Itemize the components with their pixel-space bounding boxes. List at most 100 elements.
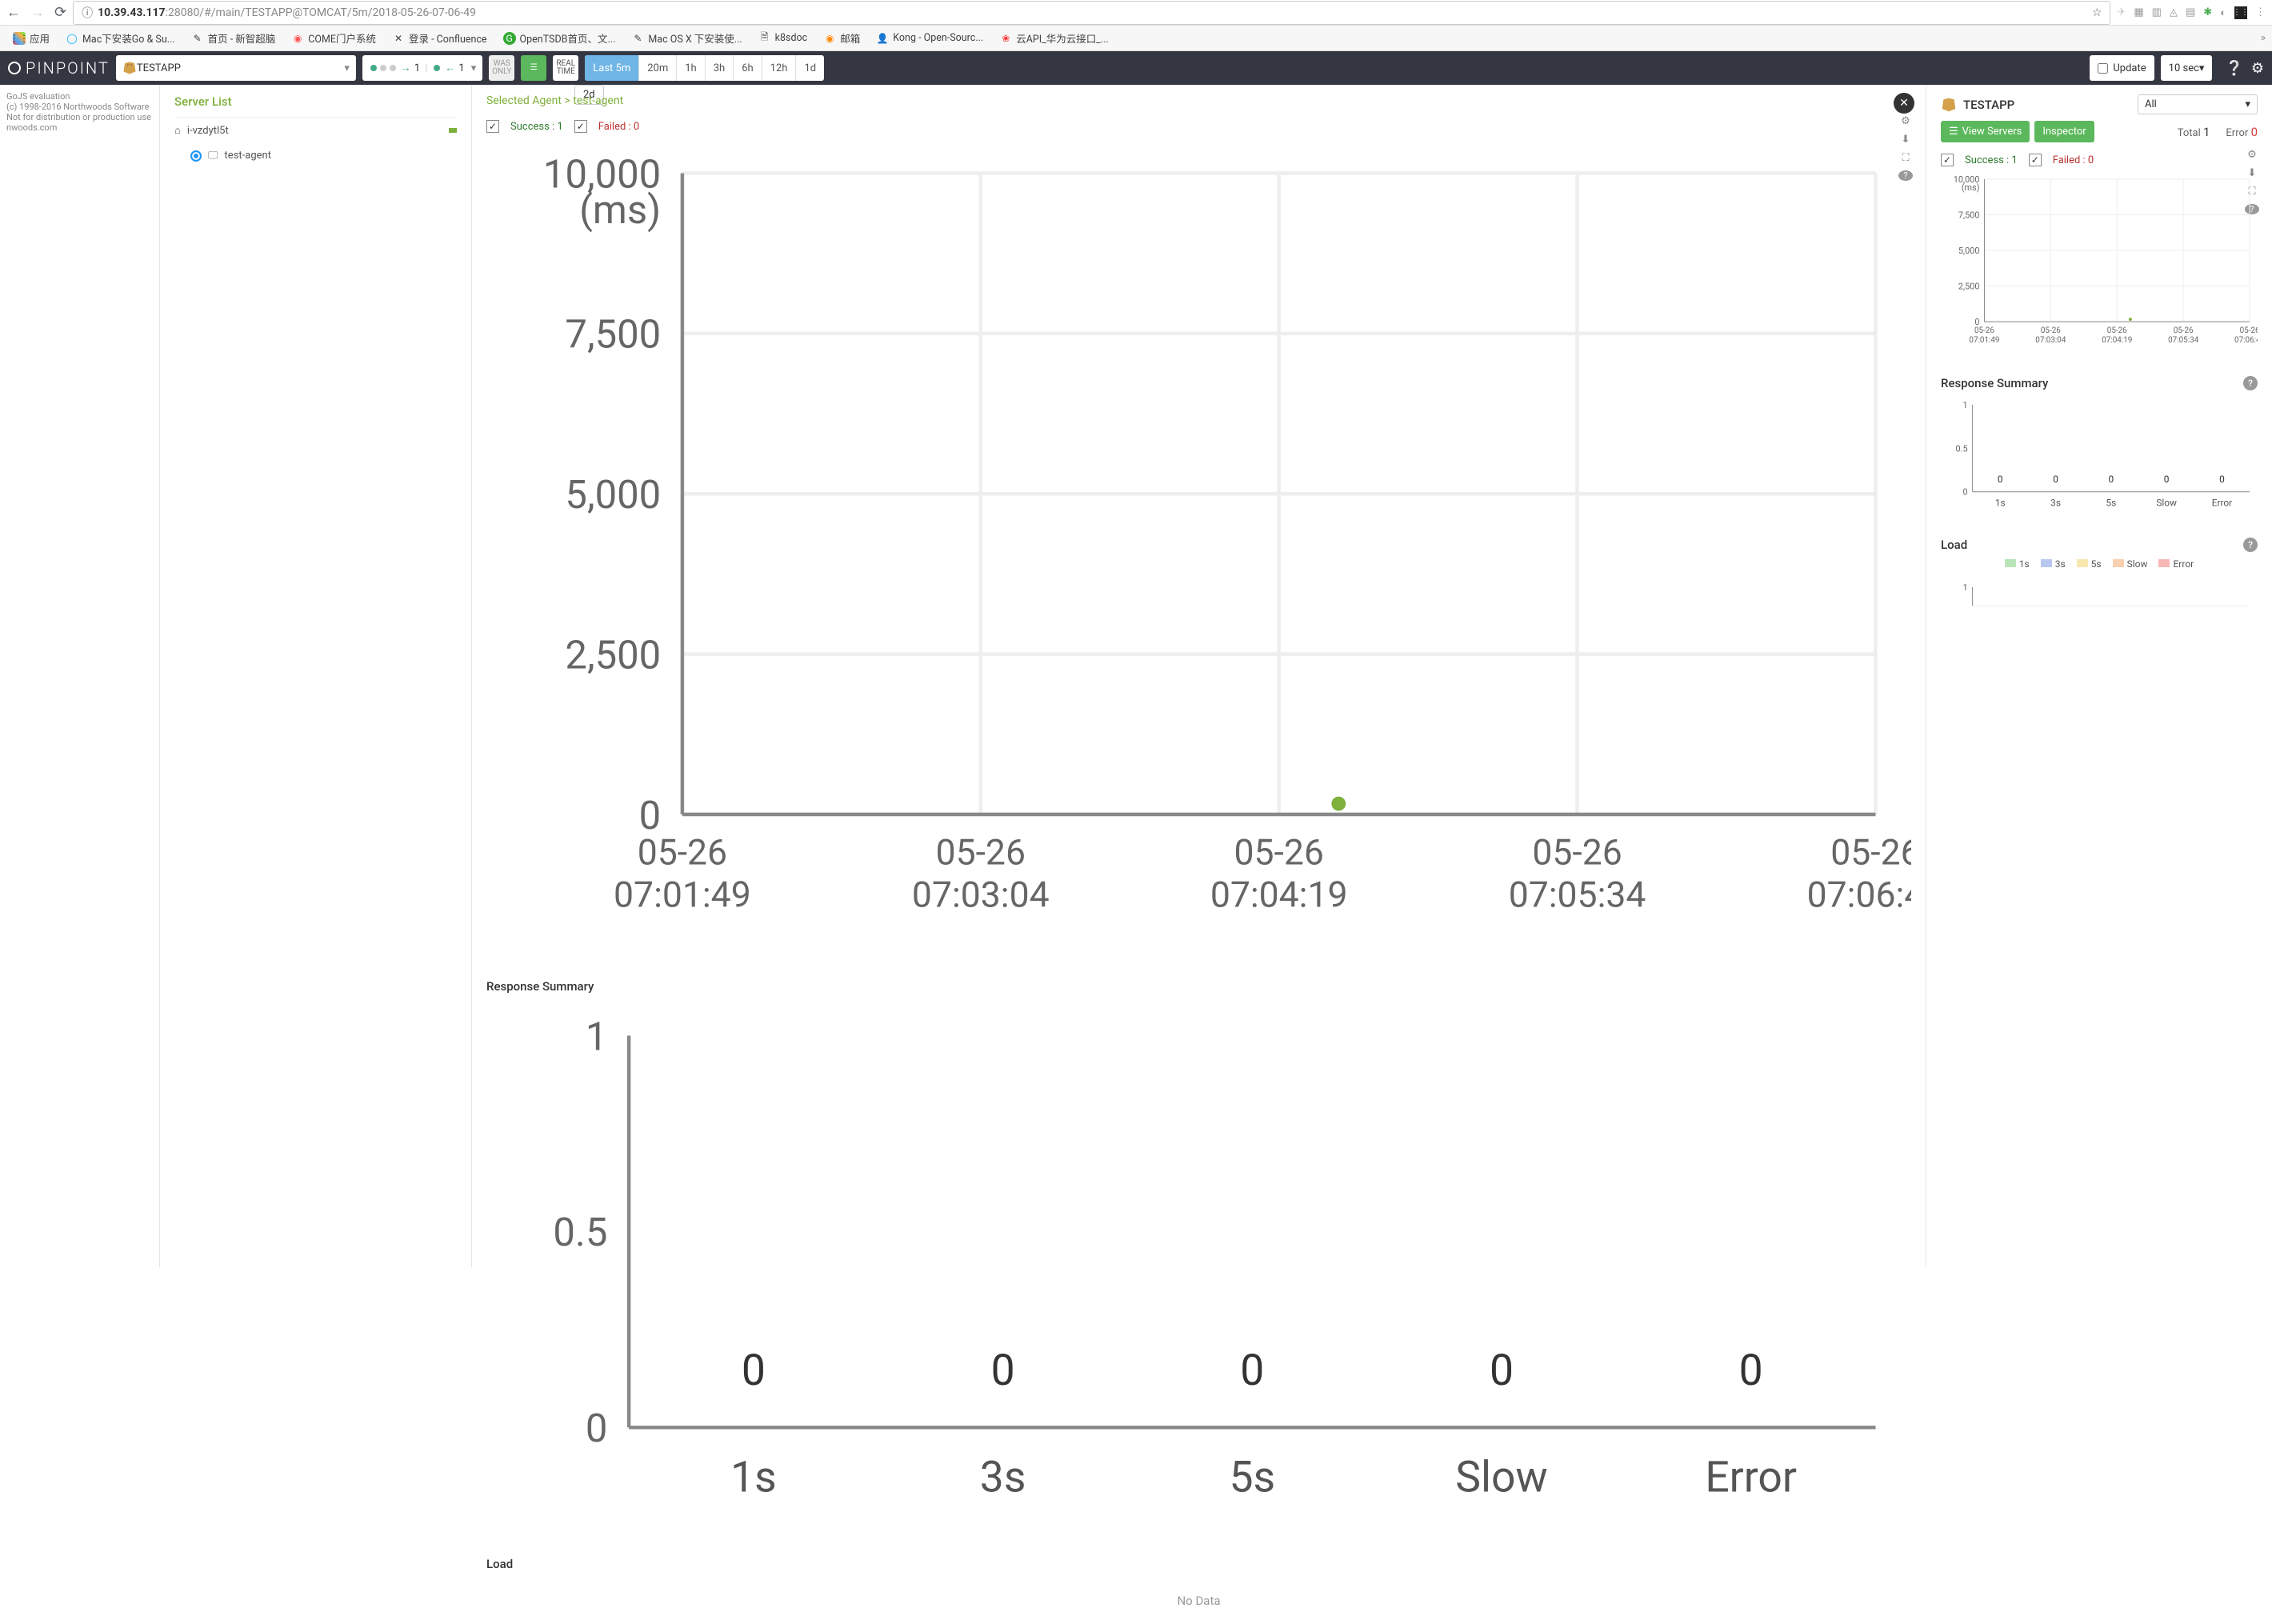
url-bar[interactable]: ⓘ 10.39.43.117:28080/#/main/TESTAPP@TOMC…: [73, 1, 2110, 25]
flow-depth[interactable]: →1 | →1 ▾: [362, 55, 482, 81]
info-icon[interactable]: ⓘ: [82, 5, 93, 21]
response-summary-title: Response Summary?: [1941, 370, 2258, 397]
ext-icon[interactable]: ◐: [2220, 6, 2226, 19]
app-summary-panel: TESTAPP All▾ ☰ View Servers Inspector To…: [1926, 85, 2272, 1267]
svg-text:1: 1: [586, 1014, 608, 1059]
svg-text:07:03:04: 07:03:04: [2035, 336, 2066, 345]
star-icon[interactable]: ☆: [2092, 6, 2102, 19]
failed-checkbox[interactable]: [2029, 154, 2042, 166]
ext-icon[interactable]: ◬: [2170, 6, 2178, 18]
close-icon[interactable]: ✕: [1894, 93, 1914, 114]
chrome-menu-icon[interactable]: ⋮: [2255, 6, 2266, 18]
bookmark[interactable]: ✎Mac OS X 下安装使...: [625, 28, 748, 48]
gear-icon[interactable]: ⚙: [1898, 115, 1913, 127]
gear-icon[interactable]: ⚙: [2245, 149, 2259, 161]
timeseries-chart: 02,5005,0007,50010,000(ms)05-2607:01:490…: [1941, 171, 2258, 357]
server-host[interactable]: ⌂ i-vzdytl5t: [174, 118, 457, 143]
ext-icon[interactable]: ▤: [2186, 6, 2195, 18]
response-summary-title: Response Summary: [486, 973, 1911, 1000]
inspector-button[interactable]: Inspector: [2034, 121, 2094, 142]
success-checkbox[interactable]: [486, 120, 499, 133]
interval-select[interactable]: 10 sec ▾: [2161, 55, 2213, 81]
bookmark[interactable]: 👤Kong - Open-Sourc...: [870, 30, 990, 47]
time-range-Last5m[interactable]: Last 5m: [585, 55, 638, 81]
time-range-1h[interactable]: 1h: [676, 55, 704, 81]
svg-text:05-26: 05-26: [638, 831, 727, 873]
pinpoint-logo: PINPOINT: [8, 58, 110, 78]
bookmark[interactable]: ◉COME门户系统: [285, 28, 382, 48]
time-range-6h[interactable]: 6h: [733, 55, 761, 81]
bookmark[interactable]: 🗎k8sdoc: [752, 30, 814, 47]
selected-agent-breadcrumb: Selected Agent > test-agent: [486, 94, 1911, 107]
success-checkbox[interactable]: [1941, 154, 1954, 166]
svg-text:5,000: 5,000: [1958, 246, 1980, 256]
svg-text:1: 1: [1963, 582, 1968, 593]
tomcat-icon: [1941, 97, 1957, 113]
help-icon[interactable]: ?: [2243, 376, 2258, 390]
svg-text:0: 0: [1963, 486, 1968, 497]
ext-icon[interactable]: ✈: [2117, 6, 2126, 18]
reload-icon[interactable]: ⟳: [54, 4, 66, 21]
time-range-12h[interactable]: 12h: [762, 55, 796, 81]
bookmark[interactable]: ◉邮箱: [817, 28, 866, 48]
bookmarks-overflow-icon[interactable]: »: [2261, 32, 2266, 44]
svg-text:0: 0: [1998, 474, 2003, 485]
response-summary-chart: 00.5101s03s05s0Slow0Error: [1941, 397, 2258, 519]
bookmark[interactable]: ◯Mac下安装Go & Su...: [59, 28, 182, 48]
svg-text:07:01:49: 07:01:49: [1969, 336, 1999, 345]
ext-icon[interactable]: ✱: [2203, 6, 2212, 18]
help-icon[interactable]: ?: [2243, 538, 2258, 552]
gear-icon[interactable]: ⚙: [2251, 60, 2264, 77]
failed-checkbox[interactable]: [574, 120, 587, 133]
auto-update-toggle[interactable]: Update: [2090, 55, 2154, 81]
svg-text:05-26: 05-26: [2174, 326, 2194, 335]
agent-filter-select[interactable]: All▾: [2138, 94, 2258, 114]
svg-text:7,500: 7,500: [1958, 210, 1980, 220]
svg-text:5,000: 5,000: [565, 472, 661, 518]
svg-text:7,500: 7,500: [565, 312, 661, 358]
bookmark[interactable]: ✕登录 - Confluence: [386, 28, 494, 48]
bookmark[interactable]: ✎首页 - 新智超脑: [185, 28, 282, 48]
was-only-button[interactable]: WAS ONLY: [489, 55, 514, 81]
browser-toolbar: ← → ⟳ ⓘ 10.39.43.117:28080/#/main/TESTAP…: [0, 0, 2272, 26]
view-servers-button[interactable]: ☰ View Servers: [1941, 121, 2030, 142]
application-select[interactable]: TESTAPP ▾: [116, 55, 356, 81]
time-range-20m[interactable]: 20m: [638, 55, 676, 81]
server-list-panel: Server List ⌂ i-vzdytl5t 🖵 test-agent: [160, 85, 472, 1267]
time-range-3h[interactable]: 3h: [705, 55, 733, 81]
monitor-icon: 🖵: [208, 150, 218, 162]
bookmark[interactable]: ❀云API_华为云接口_...: [993, 28, 1115, 48]
svg-text:05-26: 05-26: [2041, 326, 2061, 335]
svg-text:0: 0: [1739, 1346, 1763, 1396]
ext-icon[interactable]: ⋮⋮: [2234, 6, 2247, 19]
response-summary-chart: 00.5101s03s05s0Slow0Error: [486, 1000, 1911, 1538]
realtime-button[interactable]: REAL TIME: [553, 55, 578, 81]
svg-text:(ms): (ms): [1962, 182, 1980, 193]
ext-icon[interactable]: ▦: [2134, 6, 2143, 18]
svg-text:Error: Error: [1705, 1453, 1797, 1503]
svg-text:05-26: 05-26: [1234, 831, 1323, 873]
bookmark-apps[interactable]: ⋮⋮应用: [6, 28, 56, 48]
time-range-selector: Last 5m20m1h3h6h12h1d: [585, 55, 824, 81]
bookmark[interactable]: GOpenTSDB首页、文...: [497, 28, 622, 48]
svg-text:2,500: 2,500: [1958, 282, 1980, 292]
svg-text:Slow: Slow: [2156, 497, 2177, 508]
svg-text:05-26: 05-26: [2240, 326, 2258, 335]
home-icon: ⌂: [174, 124, 181, 137]
app-name: TESTAPP: [137, 62, 181, 74]
help-icon[interactable]: ❔: [2225, 60, 2242, 77]
load-legend: 1s3s5sSlowError: [1941, 558, 2258, 570]
list-button[interactable]: ☰: [521, 55, 546, 81]
back-icon[interactable]: ←: [6, 4, 21, 21]
time-range-1d[interactable]: 1d: [795, 55, 824, 81]
forward-icon[interactable]: →: [30, 4, 45, 21]
app-name: TESTAPP: [1963, 98, 2014, 112]
chevron-down-icon: ▾: [471, 62, 477, 74]
agent-item[interactable]: 🖵 test-agent: [174, 143, 457, 168]
svg-text:0: 0: [742, 1346, 766, 1396]
svg-text:0: 0: [2109, 474, 2114, 485]
status-indicator: [449, 128, 457, 133]
svg-text:05-26: 05-26: [1532, 831, 1622, 873]
svg-text:3s: 3s: [980, 1453, 1026, 1503]
ext-icon[interactable]: ▥: [2152, 6, 2162, 18]
